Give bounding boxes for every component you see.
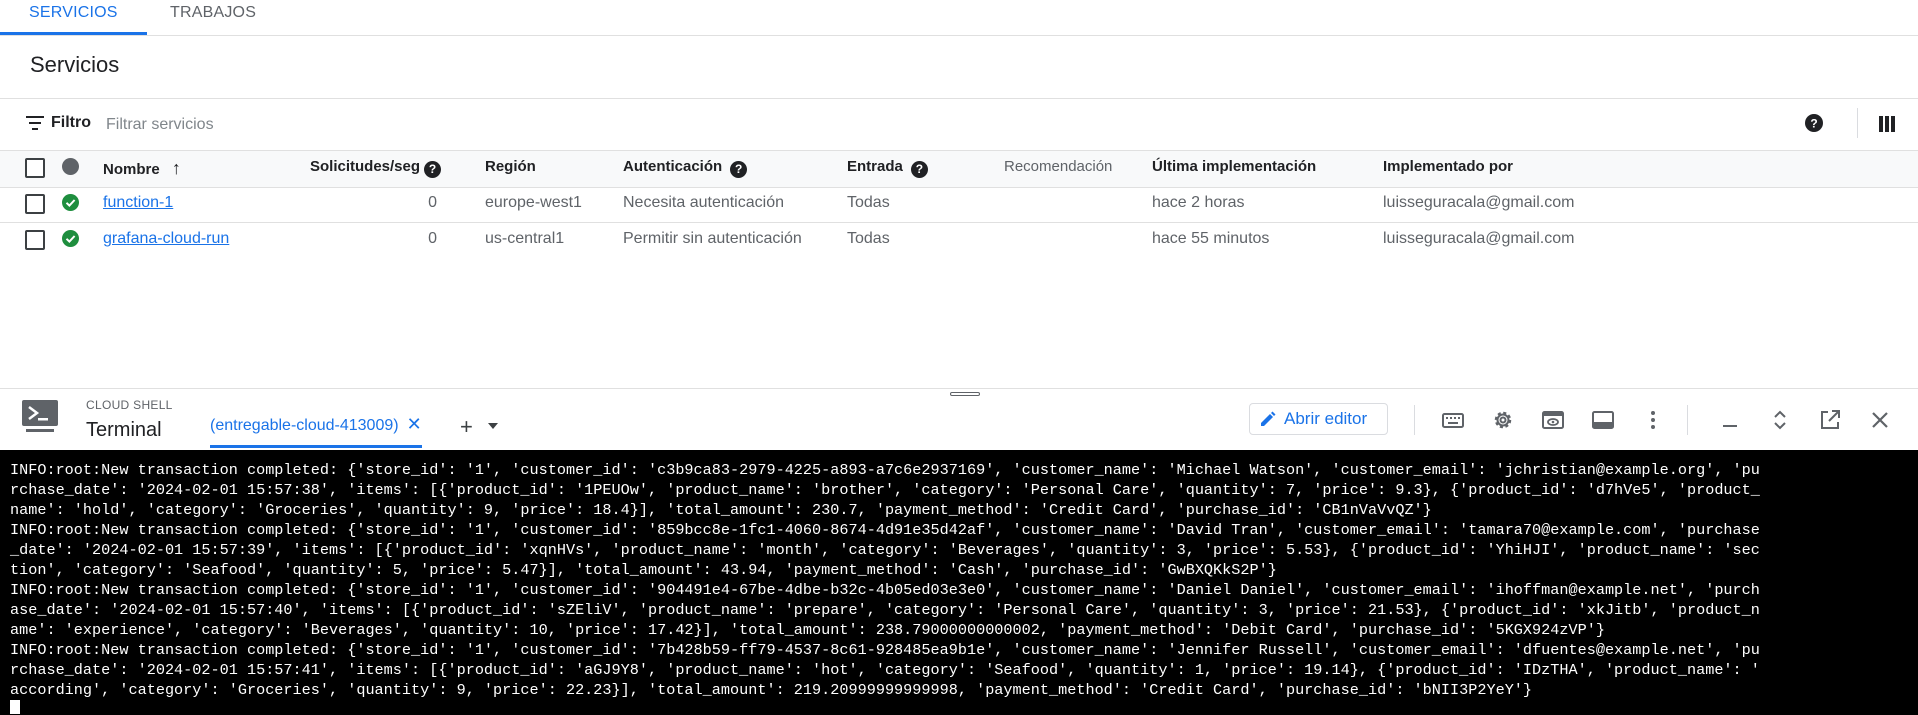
terminal-line: ase_date': '2024-02-01 15:57:40', 'items… bbox=[10, 601, 1760, 619]
gear-icon[interactable] bbox=[1491, 408, 1515, 432]
terminal-line: rchase_date': '2024-02-01 15:57:41', 'it… bbox=[10, 661, 1760, 679]
deployed-by-value: luisseguracala@gmail.com bbox=[1383, 194, 1575, 211]
row-checkbox[interactable] bbox=[25, 194, 45, 214]
page-title: Servicios bbox=[30, 52, 120, 77]
requests-value: 0 bbox=[428, 194, 437, 211]
layout-icon[interactable] bbox=[1591, 408, 1615, 432]
cloud-shell-label: CLOUD SHELL bbox=[86, 398, 173, 412]
help-icon[interactable]: ? bbox=[730, 161, 748, 178]
requests-value: 0 bbox=[428, 230, 437, 247]
resize-handle[interactable] bbox=[950, 392, 980, 396]
terminal-line: rchase_date': '2024-02-01 15:57:38', 'it… bbox=[10, 481, 1760, 499]
service-name-link[interactable]: grafana-cloud-run bbox=[103, 230, 229, 248]
service-name-link[interactable]: function-1 bbox=[103, 194, 173, 212]
terminal-cursor bbox=[10, 700, 20, 714]
deployed-by-value: luisseguracala@gmail.com bbox=[1383, 230, 1575, 247]
more-vert-icon[interactable] bbox=[1641, 408, 1665, 432]
pencil-icon bbox=[1261, 411, 1276, 426]
close-tab-icon[interactable]: ✕ bbox=[407, 414, 422, 434]
terminal-line: name': 'hold', 'category': 'Groceries', … bbox=[10, 501, 1432, 519]
filter-input[interactable] bbox=[104, 112, 708, 138]
table-header bbox=[0, 150, 1918, 188]
check-circle-icon bbox=[62, 194, 79, 211]
web-preview-icon[interactable] bbox=[1541, 408, 1565, 432]
cloud-shell-title: Terminal bbox=[86, 419, 162, 441]
help-icon[interactable]: ? bbox=[910, 161, 928, 178]
toolbar-divider bbox=[1687, 405, 1688, 435]
open-new-window-icon[interactable] bbox=[1818, 408, 1842, 432]
sort-up-icon[interactable]: ↑ bbox=[172, 158, 181, 178]
toolbar-divider bbox=[1414, 405, 1415, 435]
terminal-line: tion', 'category': 'Seafood', 'quantity'… bbox=[10, 561, 1277, 579]
terminal-tab[interactable]: (entregable-cloud-413009) ✕ bbox=[210, 414, 422, 448]
status-header-icon bbox=[62, 158, 79, 175]
restore-icon[interactable] bbox=[1768, 408, 1792, 432]
ingress-value: Todas bbox=[847, 230, 890, 247]
keyboard-icon[interactable] bbox=[1441, 408, 1465, 432]
ingress-value: Todas bbox=[847, 194, 890, 211]
terminal-line: INFO:root:New transaction completed: {'s… bbox=[10, 461, 1760, 479]
filter-icon[interactable] bbox=[26, 116, 44, 130]
terminal-line: INFO:root:New transaction completed: {'s… bbox=[10, 641, 1760, 659]
row-divider bbox=[0, 222, 1918, 223]
column-header-ingress[interactable]: Entrada? bbox=[847, 158, 928, 178]
column-header-last-deploy[interactable]: Última implementación bbox=[1152, 158, 1316, 175]
column-header-auth[interactable]: Autenticación? bbox=[623, 158, 748, 178]
region-value: us-central1 bbox=[485, 230, 565, 247]
terminal-line: INFO:root:New transaction completed: {'s… bbox=[10, 581, 1760, 599]
select-all-checkbox[interactable] bbox=[25, 158, 45, 178]
help-icon[interactable]: ? bbox=[1805, 114, 1823, 132]
terminal-output[interactable]: INFO:root:New transaction completed: {'s… bbox=[0, 450, 1918, 715]
check-circle-icon bbox=[62, 230, 79, 247]
filter-label[interactable]: Filtro bbox=[51, 114, 91, 132]
terminal-line: ame': 'experience', 'category': 'Beverag… bbox=[10, 621, 1605, 639]
column-header-region[interactable]: Región bbox=[485, 158, 536, 175]
last-deploy-value: hace 55 minutos bbox=[1152, 230, 1270, 247]
add-tab-icon[interactable]: + bbox=[460, 414, 473, 440]
toolbar-divider bbox=[1857, 108, 1858, 138]
column-header-deployed-by[interactable]: Implementado por bbox=[1383, 158, 1513, 175]
last-deploy-value: hace 2 horas bbox=[1152, 194, 1245, 211]
column-header-requests[interactable]: Solicitudes/seg? bbox=[310, 158, 442, 178]
close-icon[interactable] bbox=[1868, 408, 1892, 432]
minimize-icon[interactable] bbox=[1718, 408, 1742, 432]
help-icon[interactable]: ? bbox=[424, 161, 442, 178]
auth-value: Permitir sin autenticación bbox=[623, 230, 802, 247]
terminal-line: _date': '2024-02-01 15:57:39', 'items': … bbox=[10, 541, 1760, 559]
tab-bar: SERVICIOS TRABAJOS bbox=[0, 0, 1918, 36]
svg-text:?: ? bbox=[1810, 117, 1817, 131]
auth-value: Necesita autenticación bbox=[623, 194, 784, 211]
terminal-line: INFO:root:New transaction completed: {'s… bbox=[10, 521, 1760, 539]
row-checkbox[interactable] bbox=[25, 230, 45, 250]
tab-trabajos[interactable]: TRABAJOS bbox=[140, 0, 286, 35]
terminal-line: according', 'category': 'Groceries', 'qu… bbox=[10, 681, 1533, 699]
divider bbox=[0, 98, 1918, 99]
chevron-down-icon[interactable] bbox=[488, 423, 498, 429]
columns-icon[interactable] bbox=[1879, 116, 1895, 132]
column-header-recommendation[interactable]: Recomendación bbox=[1004, 158, 1112, 175]
open-editor-button[interactable]: Abrir editor bbox=[1249, 403, 1388, 435]
tab-servicios[interactable]: SERVICIOS bbox=[0, 0, 147, 35]
region-value: europe-west1 bbox=[485, 194, 582, 211]
column-header-name[interactable]: Nombre ↑ bbox=[103, 158, 181, 179]
terminal-icon bbox=[22, 400, 58, 432]
